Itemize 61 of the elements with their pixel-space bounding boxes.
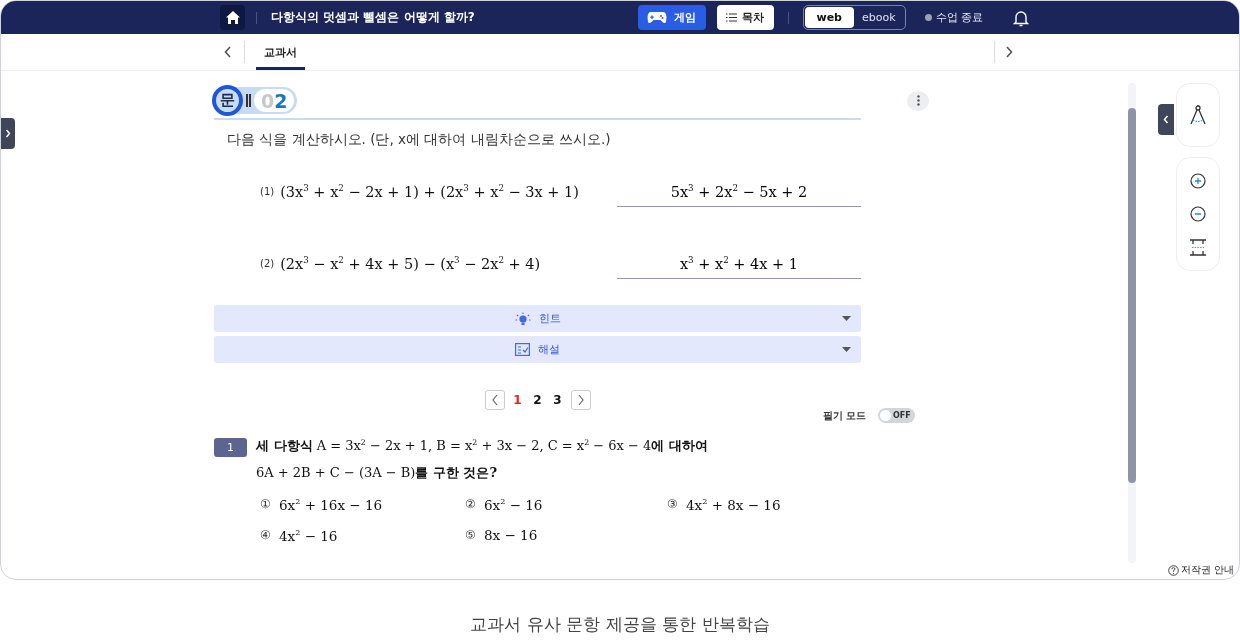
compass-icon[interactable]: [1189, 104, 1207, 126]
more-icon: [916, 95, 920, 106]
view-mode-tab[interactable]: ebook: [854, 7, 904, 28]
caret-icon: [842, 347, 851, 352]
math-expression: (3x$^{3}$ + x$^{2}$ − 2x + 1) + (2x$^{3}$ + x$^{2}$ − 3x + 1): [280, 183, 579, 202]
zoom-in-icon[interactable]: [1190, 172, 1206, 189]
choice-number: ②: [465, 497, 476, 512]
choice-number: ①: [260, 497, 271, 512]
copyright-link[interactable]: 저작권 안내: [1167, 563, 1235, 577]
instruction-text: 다음 식을 계산하시오. (단, x에 대하여 내림차순으로 쓰시오.): [227, 131, 612, 149]
choice-number: ③: [667, 497, 678, 512]
game-button[interactable]: 게임: [637, 5, 706, 30]
home-button[interactable]: [220, 5, 245, 30]
question-text: 6A + 2B + C − (3A − B)를 구한 것은?: [256, 464, 499, 482]
view-mode-tab[interactable]: web: [804, 7, 854, 28]
item-number: (1): [260, 186, 275, 199]
chevron-right-icon: [5, 129, 11, 138]
answer-field[interactable]: x$^{3}$ + x$^{2}$ + 4x + 1: [617, 255, 861, 279]
handwriting-mode-label: 필기 모드: [822, 408, 866, 423]
item-number: (2): [260, 258, 275, 271]
choice-number: ⑤: [465, 527, 476, 542]
previous-page-button[interactable]: [484, 390, 505, 410]
scrollbar-thumb[interactable]: [1128, 108, 1136, 483]
solution-accordion[interactable]: 해설: [214, 336, 861, 363]
choice-number: ④: [260, 527, 271, 542]
zoom-out-icon[interactable]: [1190, 205, 1206, 222]
caption-text: 교과서 유사 문항 제공을 통한 반복학습: [469, 613, 771, 636]
page-number[interactable]: 3: [550, 393, 565, 407]
answer-choice: 6x$^{2}$ − 16: [484, 496, 543, 513]
lightbulb-icon: [514, 311, 531, 326]
bell-icon[interactable]: [1013, 8, 1029, 27]
side-panel-toggle[interactable]: [1, 118, 15, 149]
textbook-tab[interactable]: 교과서: [256, 34, 305, 70]
answer-choice: 4x$^{2}$ + 8x − 16: [686, 496, 781, 513]
page-number[interactable]: 2: [530, 393, 545, 407]
page-number[interactable]: 1: [510, 393, 525, 407]
more-options-button[interactable]: [907, 90, 929, 111]
answer-choice: 4x$^{2}$ − 16: [279, 526, 338, 543]
caret-icon: [842, 316, 851, 321]
lesson-title: 다항식의 덧셈과 뺄셈은 어떻게 할까?: [271, 9, 475, 26]
answer-field[interactable]: 5x$^{3}$ + 2x$^{2}$ − 5x + 2: [617, 183, 861, 207]
chevron-right-icon: [576, 394, 585, 406]
collapse-tools-button[interactable]: [1158, 104, 1174, 135]
question-mark-icon: [1167, 564, 1179, 576]
next-page-button[interactable]: [570, 390, 591, 410]
table-of-contents-button[interactable]: 목차: [716, 5, 774, 30]
question-number-badge: 1: [214, 438, 247, 457]
checklist-icon: [515, 343, 530, 356]
handwriting-toggle[interactable]: OFF: [878, 408, 915, 423]
answer-choice: 6x$^{2}$ + 16x − 16: [279, 496, 383, 513]
chevron-left-icon: [490, 394, 499, 406]
fit-width-icon[interactable]: [1189, 238, 1207, 256]
list-icon: [726, 13, 737, 22]
math-expression: (2x$^{3}$ − x$^{2}$ + 4x + 5) − (x$^{3}$ − 2x$^{2}$ + 4): [280, 255, 541, 274]
hint-accordion[interactable]: 힌트: [214, 305, 861, 332]
chevron-left-icon: [1163, 115, 1169, 124]
home-icon: [224, 10, 241, 25]
end-class-button[interactable]: 수업 종료: [924, 10, 983, 25]
gamepad-icon: [647, 11, 667, 24]
question-text: 세 다항식 A = 3x$^{2}$ − 2x + 1, B = x$^{2}$ + 3x − 2, C = x$^{2}$ − 6x − 4에 대하여: [256, 437, 708, 455]
answer-choice: 8x − 16: [484, 526, 538, 543]
